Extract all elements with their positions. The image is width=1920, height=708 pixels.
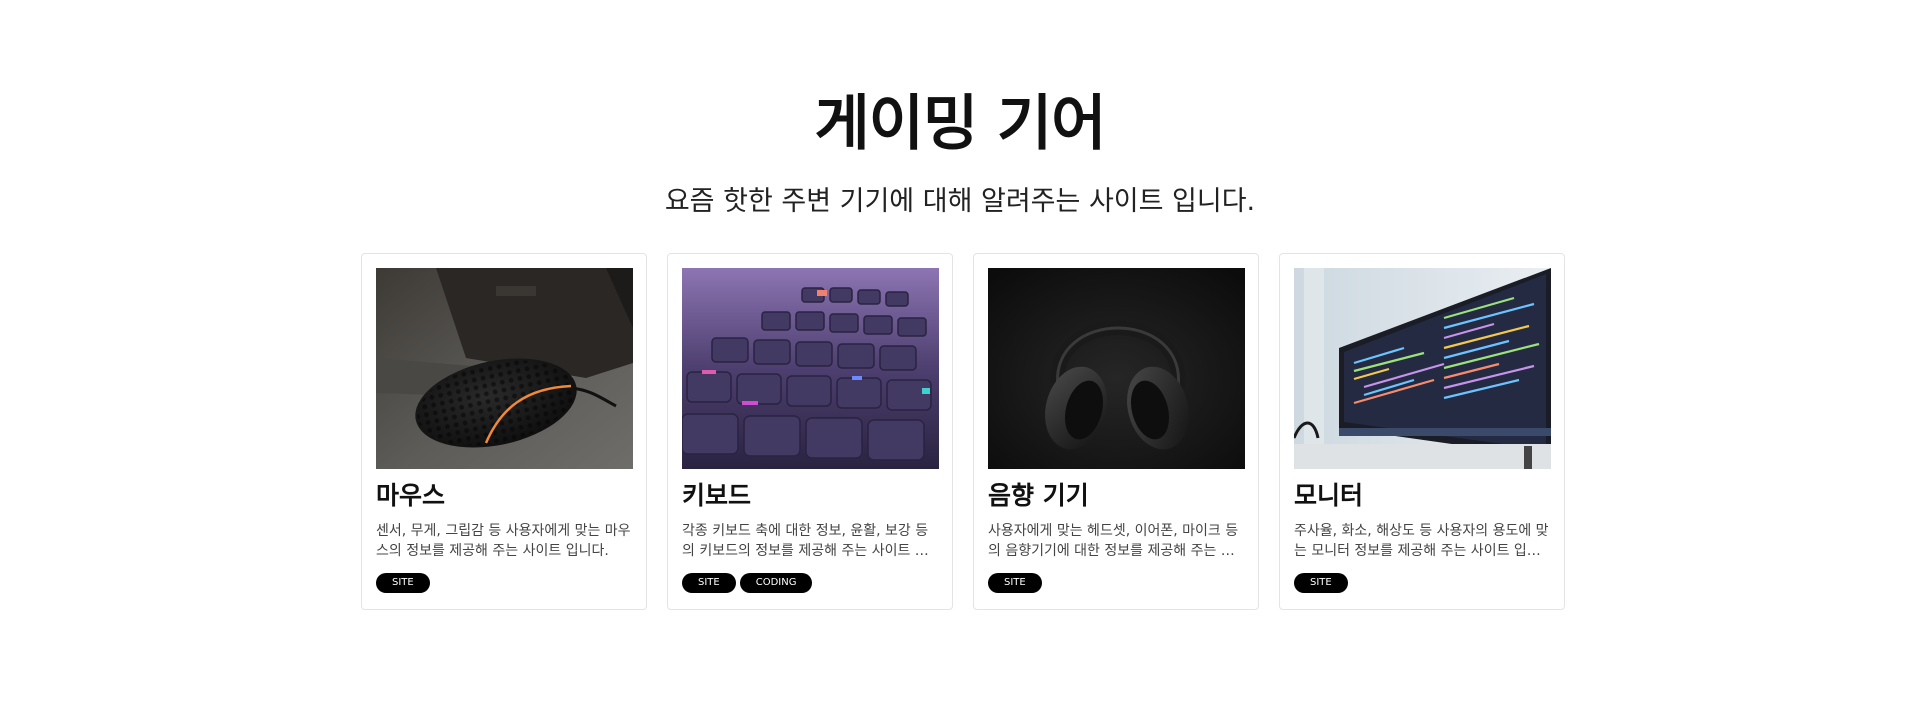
tag-list: SITE CODING (682, 573, 939, 593)
card-description: 각종 키보드 축에 대한 정보, 윤활, 보강 등의 키보드의 정보를 제공해 … (682, 523, 929, 559)
card-mouse[interactable]: 마우스 센서, 무게, 그립감 등 사용자에게 맞는 마우스의 정보를 제공해 … (361, 253, 647, 610)
card-monitor[interactable]: 모니터 주사율, 화소, 해상도 등 사용자의 용도에 맞는 모니터 정보를 제… (1279, 253, 1565, 610)
tag-site[interactable]: SITE (988, 573, 1042, 593)
card-description: 센서, 무게, 그립감 등 사용자에게 맞는 마우스의 정보를 제공해 주는 사… (376, 523, 631, 559)
card-keyboard[interactable]: 키보드 각종 키보드 축에 대한 정보, 윤활, 보강 등의 키보드의 정보를 … (667, 253, 953, 610)
gaming-mouse-photo[interactable] (376, 268, 633, 469)
page-title: 게이밍 기어 (814, 89, 1107, 159)
card-description: 주사율, 화소, 해상도 등 사용자의 용도에 맞는 모니터 정보를 제공해 주… (1294, 523, 1549, 559)
monitor-photo[interactable] (1294, 268, 1551, 469)
tag-site[interactable]: SITE (1294, 573, 1348, 593)
keyboard-photo[interactable] (682, 268, 939, 469)
card-title: 마우스 (376, 481, 446, 510)
card-list: 마우스 센서, 무게, 그립감 등 사용자에게 맞는 마우스의 정보를 제공해 … (361, 253, 1565, 610)
headphones-photo[interactable] (988, 268, 1245, 469)
tag-site[interactable]: SITE (682, 573, 736, 593)
page: 게이밍 기어 요즘 핫한 주변 기기에 대해 알려주는 사이트 입니다. 마우스… (0, 0, 1920, 708)
card-title: 음향 기기 (988, 481, 1089, 510)
card-description: 사용자에게 맞는 헤드셋, 이어폰, 마이크 등의 음향기기에 대한 정보를 제… (988, 523, 1239, 559)
card-audio[interactable]: 음향 기기 사용자에게 맞는 헤드셋, 이어폰, 마이크 등의 음향기기에 대한… (973, 253, 1259, 610)
tag-list: SITE (376, 573, 633, 593)
tag-list: SITE (988, 573, 1245, 593)
tag-coding[interactable]: CODING (739, 573, 813, 593)
card-title: 모니터 (1294, 481, 1364, 510)
tag-list: SITE (1294, 573, 1551, 593)
header: 게이밍 기어 요즘 핫한 주변 기기에 대해 알려주는 사이트 입니다. (0, 86, 1920, 220)
card-title: 키보드 (682, 481, 752, 510)
page-subtitle: 요즘 핫한 주변 기기에 대해 알려주는 사이트 입니다. (664, 186, 1256, 217)
tag-site[interactable]: SITE (376, 573, 430, 593)
